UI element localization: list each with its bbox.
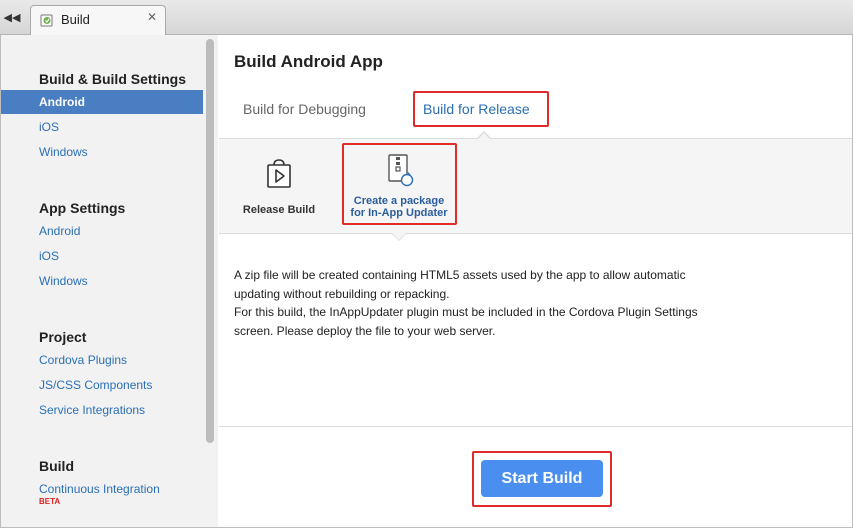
description-line-3: For this build, the InAppUpdater plugin …: [234, 305, 698, 319]
tab-strip: ◀◀ Build ✕: [0, 0, 853, 36]
tab-build-for-release[interactable]: Build for Release: [423, 101, 530, 117]
beta-badge: BETA: [39, 497, 61, 506]
close-icon[interactable]: ✕: [147, 10, 157, 24]
description-line-4: screen. Please deploy the file to your w…: [234, 323, 496, 338]
build-options-bar: Release Build Create a package for In-Ap…: [219, 138, 852, 234]
sidebar-item-service-integrations[interactable]: Service Integrations: [1, 398, 203, 422]
description-text: A zip file will be created containing HT…: [234, 266, 834, 340]
sidebar-item-build-windows[interactable]: Windows: [1, 140, 203, 164]
sidebar-item-app-android[interactable]: Android: [1, 219, 203, 243]
sidebar-heading-project: Project: [39, 329, 87, 345]
release-build-label: Release Build: [242, 204, 316, 216]
sidebar-item-app-ios[interactable]: iOS: [1, 244, 203, 268]
tab-build[interactable]: Build ✕: [30, 5, 166, 36]
tab-build-for-debugging[interactable]: Build for Debugging: [243, 101, 366, 117]
sidebar-item-build-android[interactable]: Android: [1, 90, 203, 114]
sidebar-item-app-windows[interactable]: Windows: [1, 269, 203, 293]
shopping-bag-play-icon: [267, 159, 291, 188]
sidebar-heading-build-settings: Build & Build Settings: [39, 71, 186, 87]
sidebar-item-js-css-components[interactable]: JS/CSS Components: [1, 373, 203, 397]
main-panel: Build Android App Build for Debugging Bu…: [219, 35, 852, 527]
package-option-highlight: [342, 143, 457, 225]
start-build-button[interactable]: Start Build: [481, 460, 603, 497]
scrollbar-thumb[interactable]: [206, 39, 214, 443]
release-tab-pointer-fill: [477, 133, 491, 140]
back-arrows-icon[interactable]: ◀◀: [2, 8, 22, 28]
sidebar-heading-app-settings: App Settings: [39, 200, 126, 216]
description-line-2: updating without rebuilding or repacking…: [234, 286, 450, 301]
sidebar-item-cordova-plugins[interactable]: Cordova Plugins: [1, 348, 203, 372]
build-icon: [40, 14, 53, 27]
footer-bar: Start Build: [219, 426, 852, 527]
tab-label: Build: [61, 12, 90, 27]
page-title: Build Android App: [234, 52, 383, 71]
sidebar: Build & Build Settings Android iOS Windo…: [1, 35, 218, 527]
sidebar-heading-build: Build: [39, 458, 74, 474]
package-option-pointer-fill: [392, 233, 406, 240]
description-line-1: A zip file will be created containing HT…: [234, 268, 686, 282]
sidebar-item-continuous-integration[interactable]: Continuous Integration: [1, 477, 203, 501]
sidebar-item-build-ios[interactable]: iOS: [1, 115, 203, 139]
release-build-option[interactable]: Release Build: [231, 139, 327, 235]
